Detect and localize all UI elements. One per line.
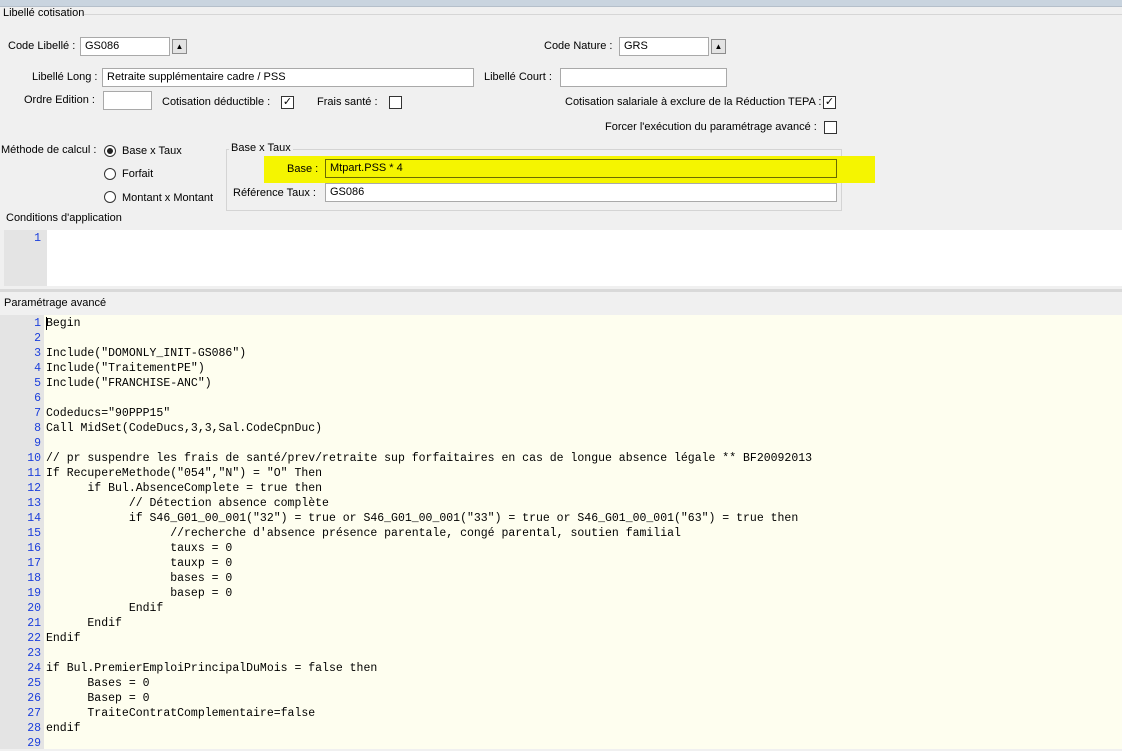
avance-title: Paramétrage avancé xyxy=(4,297,107,309)
line-number: 6 xyxy=(34,392,41,405)
line-number: 12 xyxy=(27,482,41,495)
radio-base-taux[interactable] xyxy=(104,145,116,157)
line-number: 1 xyxy=(34,317,41,330)
line-number: 23 xyxy=(27,647,41,660)
code-nature-lookup-button[interactable]: ▲ xyxy=(711,39,726,54)
ordre-edition-input[interactable] xyxy=(103,91,152,110)
line-number: 25 xyxy=(27,677,41,690)
code-line: Include("DOMONLY_INIT-GS086") xyxy=(46,347,247,360)
reference-taux-label: Référence Taux : xyxy=(233,187,316,199)
arrow-up-icon: ▲ xyxy=(714,42,723,51)
code-line: tauxs = 0 xyxy=(46,542,233,555)
code-line: if S46_G01_00_001("32") = true or S46_G0… xyxy=(46,512,799,525)
code-line: // pr suspendre les frais de santé/prev/… xyxy=(46,452,813,465)
code-line: Codeducs="90PPP15" xyxy=(46,407,171,420)
code-line: Endif xyxy=(46,602,164,615)
libelle-long-label: Libellé Long : xyxy=(32,71,98,83)
radio-montant-montant-label: Montant x Montant xyxy=(122,192,214,204)
forcer-label: Forcer l'exécution du paramétrage avancé… xyxy=(605,121,817,133)
tepa-checkbox[interactable]: ✓ xyxy=(823,96,836,109)
line-number: 5 xyxy=(34,377,41,390)
libelle-court-input[interactable] xyxy=(560,68,727,87)
line-number: 24 xyxy=(27,662,41,675)
code-libelle-label: Code Libellé : xyxy=(8,40,76,52)
ordre-edition-label: Ordre Edition : xyxy=(24,94,95,106)
line-number: 1 xyxy=(34,232,41,245)
line-number: 19 xyxy=(27,587,41,600)
line-number: 8 xyxy=(34,422,41,435)
code-line: Bases = 0 xyxy=(46,677,150,690)
code-line: if Bul.AbsenceComplete = true then xyxy=(46,482,323,495)
libelle-long-input[interactable]: Retraite supplémentaire cadre / PSS xyxy=(102,68,474,87)
code-line: //recherche d'absence présence parentale… xyxy=(46,527,681,540)
line-number: 21 xyxy=(27,617,41,630)
radio-forfait[interactable] xyxy=(104,168,116,180)
line-number: 11 xyxy=(27,467,41,480)
conditions-title: Conditions d'application xyxy=(6,212,122,224)
line-number: 3 xyxy=(34,347,41,360)
code-line: Include("TraitementPE") xyxy=(46,362,205,375)
code-libelle-input[interactable]: GS086 xyxy=(80,37,170,56)
line-number: 16 xyxy=(27,542,41,555)
cotisation-deductible-label: Cotisation déductible : xyxy=(162,96,271,108)
line-number: 27 xyxy=(27,707,41,720)
methode-label: Méthode de calcul : xyxy=(1,144,97,156)
reference-taux-input[interactable]: GS086 xyxy=(325,183,837,202)
checkmark-icon: ✓ xyxy=(282,96,293,108)
line-number: 20 xyxy=(27,602,41,615)
cotisation-deductible-checkbox[interactable]: ✓ xyxy=(281,96,294,109)
line-number: 15 xyxy=(27,527,41,540)
radio-base-taux-label: Base x Taux xyxy=(122,145,182,157)
code-line: If RecupereMethode("054","N") = "O" Then xyxy=(46,467,323,480)
line-number: 26 xyxy=(27,692,41,705)
radio-forfait-label: Forfait xyxy=(122,168,154,180)
arrow-up-icon: ▲ xyxy=(175,42,184,51)
base-taux-legend: Base x Taux xyxy=(229,142,293,154)
conditions-editor[interactable] xyxy=(4,230,1122,286)
code-line: endif xyxy=(46,722,81,735)
text-cursor xyxy=(46,317,47,330)
code-line: Basep = 0 xyxy=(46,692,150,705)
frais-sante-label: Frais santé : xyxy=(317,96,378,108)
base-label: Base : xyxy=(287,163,319,175)
line-number: 10 xyxy=(27,452,41,465)
code-line: basep = 0 xyxy=(46,587,233,600)
line-number: 4 xyxy=(34,362,41,375)
checkmark-icon: ✓ xyxy=(824,96,835,108)
base-input[interactable]: Mtpart.PSS * 4 xyxy=(325,159,837,178)
section-divider xyxy=(84,14,1122,15)
code-area: 1 Begin 2 3 Include("DOMONLY_INIT-GS086") 4 In… xyxy=(0,315,1122,750)
tepa-label: Cotisation salariale à exclure de la Réd… xyxy=(565,96,822,108)
code-line: Endif xyxy=(46,632,81,645)
code-nature-input[interactable]: GRS xyxy=(619,37,709,56)
code-libelle-lookup-button[interactable]: ▲ xyxy=(172,39,187,54)
radio-montant-montant[interactable] xyxy=(104,191,116,203)
line-number: 17 xyxy=(27,557,41,570)
window-top-strip xyxy=(0,0,1122,7)
libelle-court-label: Libellé Court : xyxy=(484,71,552,83)
line-number: 22 xyxy=(27,632,41,645)
code-line: if Bul.PremierEmploiPrincipalDuMois = fa… xyxy=(46,662,378,675)
line-number: 18 xyxy=(27,572,41,585)
code-line: Include("FRANCHISE-ANC") xyxy=(46,377,212,390)
frais-sante-checkbox[interactable] xyxy=(389,96,402,109)
section-title-libelle: Libellé cotisation xyxy=(3,7,85,19)
line-number: 13 xyxy=(27,497,41,510)
code-line: Begin xyxy=(46,317,81,330)
code-line: Call MidSet(CodeDucs,3,3,Sal.CodeCpnDuc) xyxy=(46,422,323,435)
forcer-checkbox[interactable] xyxy=(824,121,837,134)
code-line: bases = 0 xyxy=(46,572,233,585)
code-line: // Détection absence complète xyxy=(46,497,329,510)
code-line: tauxp = 0 xyxy=(46,557,233,570)
code-line: Endif xyxy=(46,617,122,630)
line-number: 2 xyxy=(34,332,41,345)
splitter[interactable] xyxy=(0,289,1122,292)
code-nature-label: Code Nature : xyxy=(544,40,613,52)
line-number: 7 xyxy=(34,407,41,420)
line-number: 14 xyxy=(27,512,41,525)
line-number: 9 xyxy=(34,437,41,450)
code-line: TraiteContratComplementaire=false xyxy=(46,707,316,720)
line-number: 28 xyxy=(27,722,41,735)
